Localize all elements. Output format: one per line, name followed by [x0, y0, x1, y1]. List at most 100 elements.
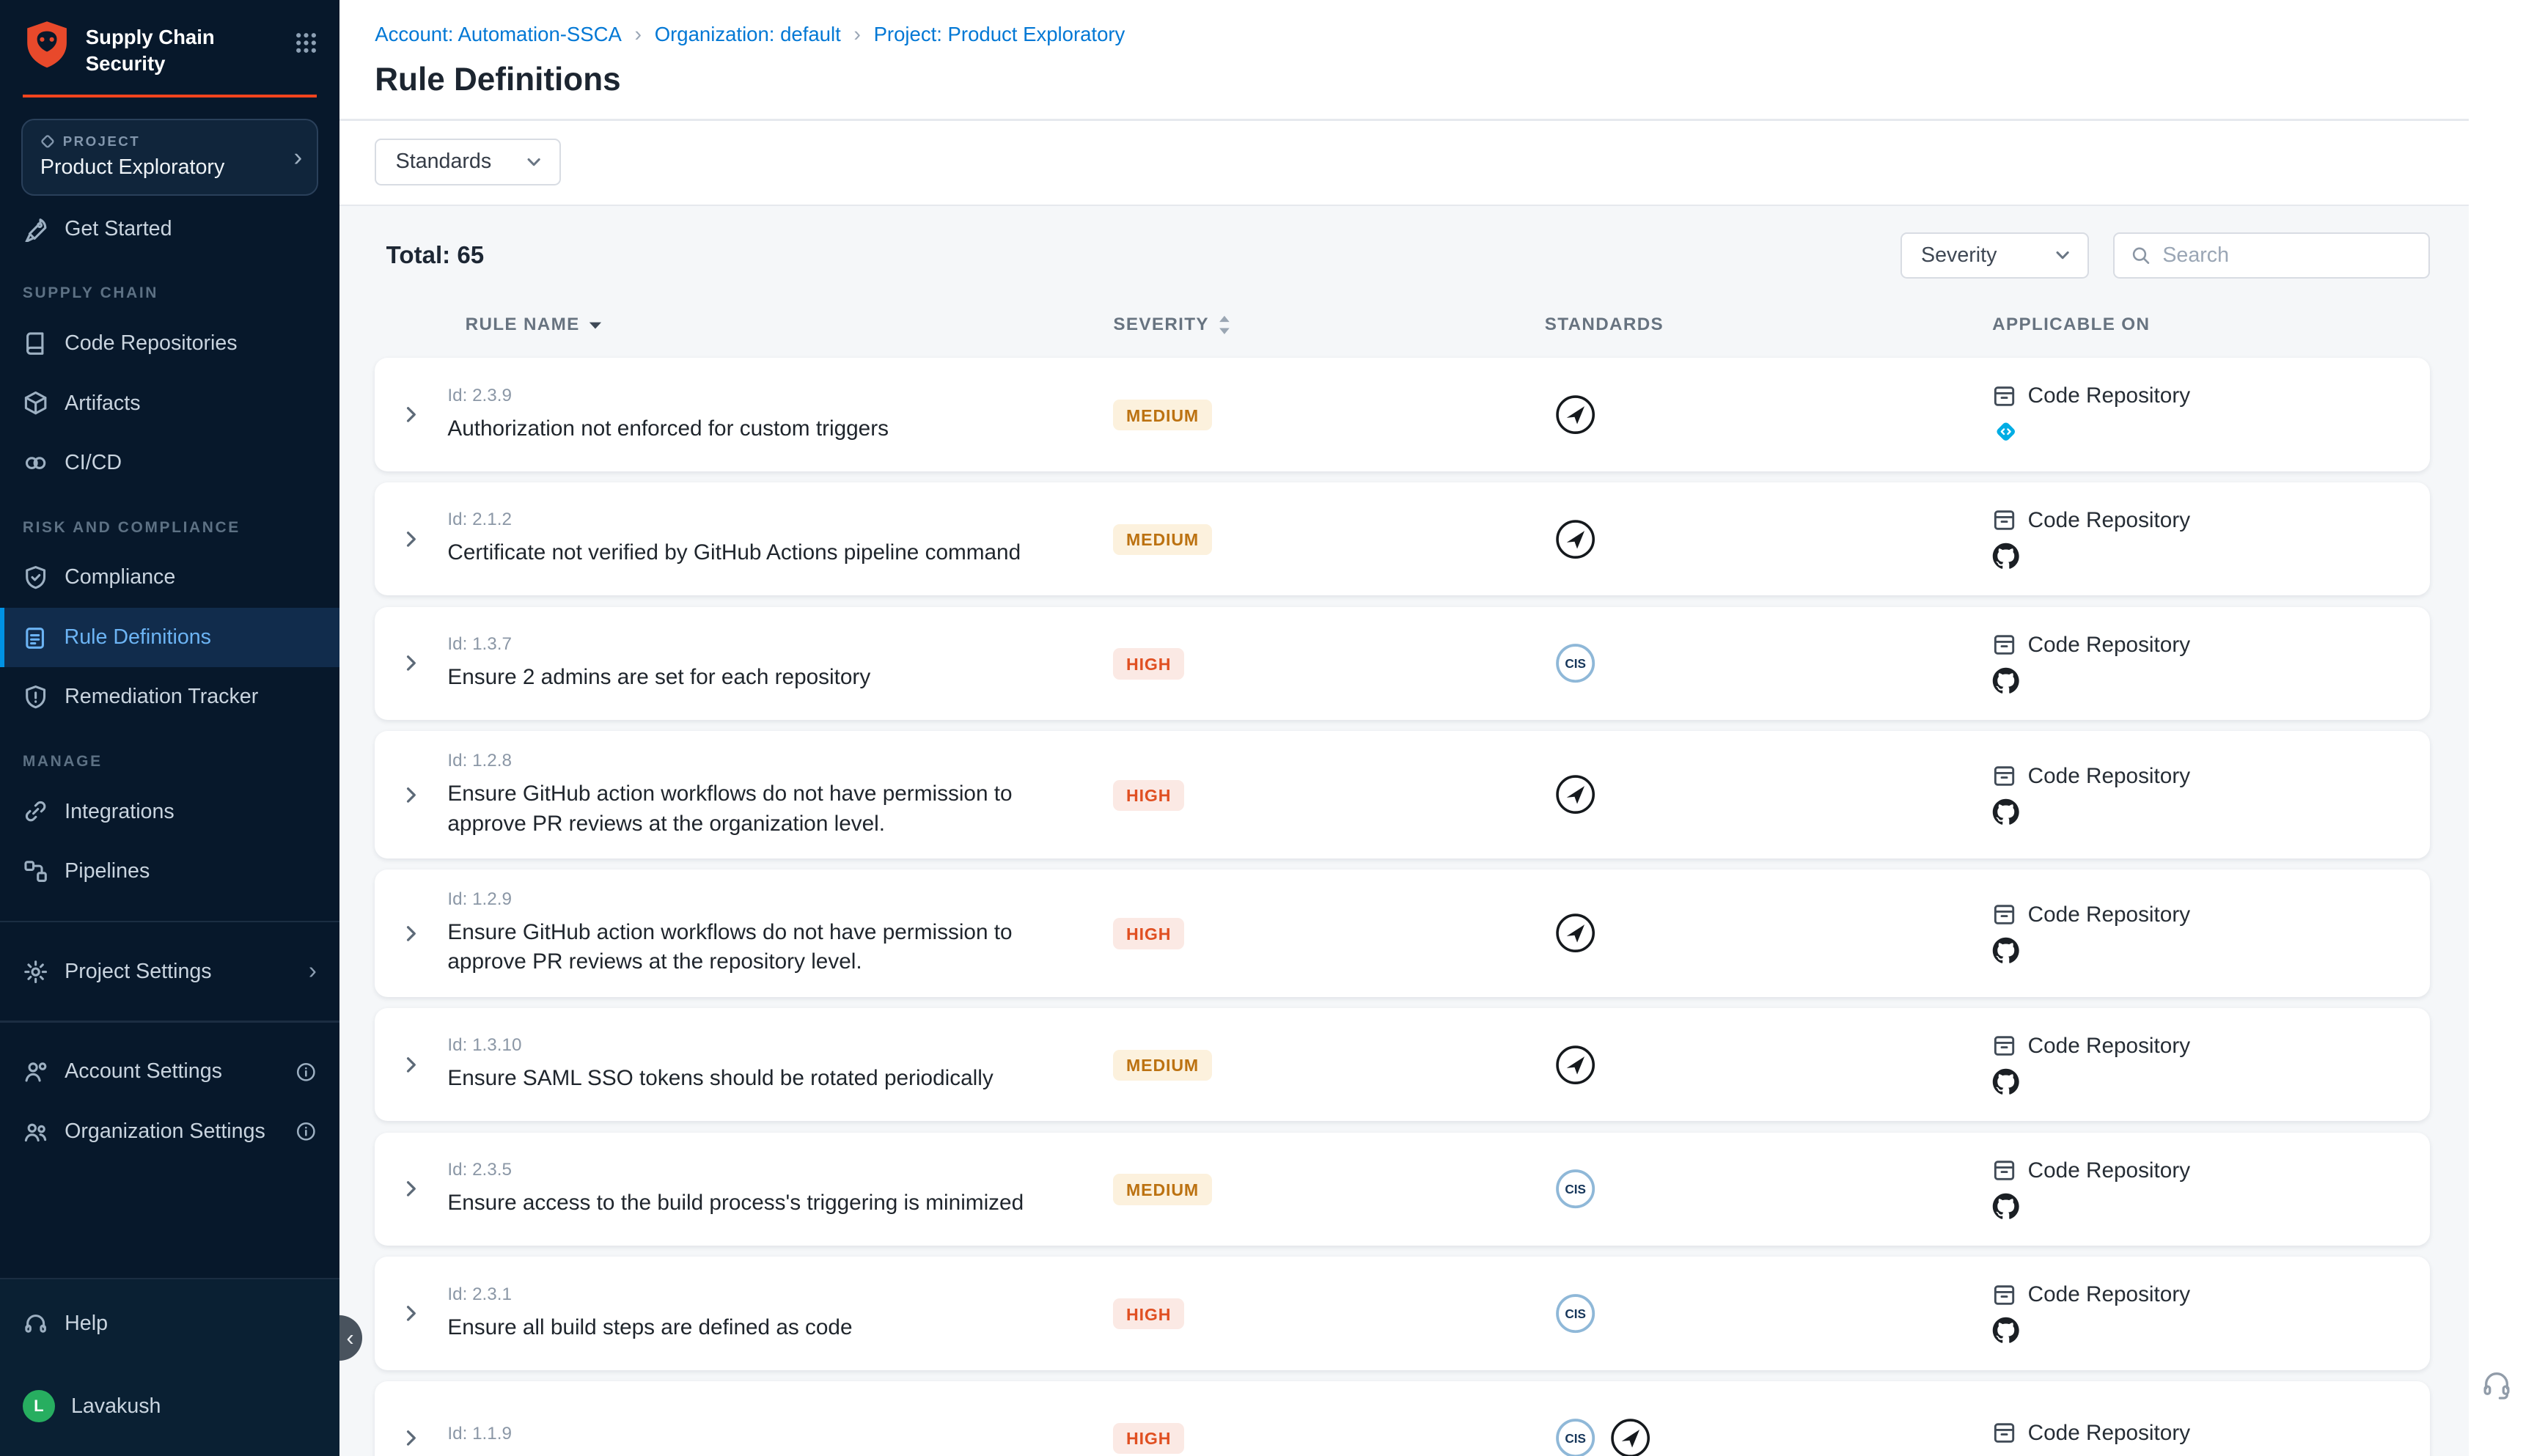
provider-cell	[1992, 418, 2430, 445]
breadcrumb-organization[interactable]: Organization: default	[655, 23, 841, 46]
sidebar-item-label: Code Repositories	[65, 331, 238, 356]
code-repositories-icon	[23, 331, 48, 356]
divider	[0, 921, 339, 922]
expand-row-chevron-icon[interactable]	[400, 784, 422, 806]
github-icon	[1992, 1317, 2019, 1344]
table-row[interactable]: Id: 1.3.7 Ensure 2 admins are set for ea…	[375, 607, 2430, 720]
sidebar-item-label: Compliance	[65, 565, 175, 589]
sidebar-item-compliance[interactable]: Compliance	[0, 548, 339, 608]
table-row[interactable]: Id: 1.2.9 Ensure GitHub action workflows…	[375, 869, 2430, 996]
project-icon	[40, 134, 55, 149]
breadcrumb-account[interactable]: Account: Automation-SSCA	[375, 23, 622, 46]
applicable-on-label: Code Repository	[2028, 764, 2190, 789]
expand-row-chevron-icon[interactable]	[400, 922, 422, 945]
breadcrumb-project[interactable]: Project: Product Exploratory	[874, 23, 1125, 46]
applicable-on-cell: Code Repository	[1975, 1014, 2430, 1115]
code-repository-icon	[1992, 384, 2016, 408]
applicable-on-label: Code Repository	[2028, 633, 2190, 658]
sidebar-item-get-started[interactable]: Get Started	[0, 199, 339, 260]
compliance-icon	[23, 565, 48, 590]
remediation-tracker-icon	[23, 684, 48, 710]
help-headset-icon	[23, 1311, 48, 1336]
user-menu[interactable]: L Lavakush	[0, 1377, 339, 1437]
github-icon	[1992, 798, 2019, 826]
cicd-icon	[23, 450, 48, 476]
expand-row-chevron-icon[interactable]	[400, 403, 422, 426]
github-icon	[1992, 1193, 2019, 1220]
github-icon	[1992, 543, 2019, 570]
column-header-severity[interactable]: SEVERITY	[1113, 315, 1544, 336]
sidebar-item-label: Help	[65, 1312, 108, 1336]
standards-cell: CIS	[1545, 642, 1975, 684]
applicable-on-label: Code Repository	[2028, 1034, 2190, 1059]
severity-filter-label: Severity	[1921, 243, 1997, 268]
expand-row-chevron-icon[interactable]	[400, 1427, 422, 1449]
table-row[interactable]: Id: 1.3.10 Ensure SAML SSO tokens should…	[375, 1008, 2430, 1121]
sidebar-item-remediation-tracker[interactable]: Remediation Tracker	[0, 667, 339, 727]
sidebar-item-rule-definitions[interactable]: Rule Definitions	[0, 608, 339, 668]
openssf-icon	[1554, 912, 1596, 954]
standards-cell	[1545, 912, 1975, 954]
sidebar-item-help[interactable]: Help	[0, 1294, 339, 1354]
expand-row-chevron-icon[interactable]	[400, 528, 422, 551]
brand-accent-line	[23, 95, 317, 98]
applicable-on-cell: Code Repository	[1975, 1401, 2430, 1455]
supply-chain-security-logo-icon	[23, 19, 71, 71]
sidebar-item-code-repositories[interactable]: Code Repositories	[0, 314, 339, 374]
table-row[interactable]: Id: 2.3.1 Ensure all build steps are def…	[375, 1257, 2430, 1369]
code-repository-icon	[1992, 508, 2016, 532]
table-row[interactable]: Id: 1.1.9 HIGH CIS Code Repository	[375, 1381, 2430, 1455]
main-area: Account: Automation-SSCA › Organization:…	[339, 0, 2534, 1456]
sidebar-item-artifacts[interactable]: Artifacts	[0, 373, 339, 433]
chevron-left-icon: ‹	[346, 1325, 353, 1351]
sidebar-item-integrations[interactable]: Integrations	[0, 782, 339, 842]
app-logo[interactable]: Supply Chain Security	[0, 0, 339, 87]
severity-filter-dropdown[interactable]: Severity	[1900, 232, 2090, 279]
search-input[interactable]	[2162, 243, 2412, 268]
code-repository-icon	[1992, 1283, 2016, 1307]
total-count: Total: 65	[386, 242, 484, 270]
code-repository-icon	[1992, 1034, 2016, 1058]
standards-cell: CIS	[1545, 1168, 1975, 1210]
rule-name: Ensure GitHub action workflows do not ha…	[447, 779, 1074, 839]
sidebar-item-label: Rule Definitions	[65, 625, 211, 650]
support-headset-icon[interactable]	[2480, 1368, 2513, 1407]
sidebar-item-cicd[interactable]: CI/CD	[0, 433, 339, 493]
expand-row-chevron-icon[interactable]	[400, 1054, 422, 1076]
section-risk-and-compliance: RISK AND COMPLIANCE	[0, 493, 339, 548]
svg-text:CIS: CIS	[1565, 1306, 1586, 1321]
severity-badge: HIGH	[1113, 1423, 1184, 1454]
applicable-on-cell: Code Repository	[1975, 364, 2430, 466]
search-box	[2113, 232, 2430, 279]
severity-badge: HIGH	[1113, 918, 1184, 949]
info-icon[interactable]	[295, 1062, 317, 1083]
table-row[interactable]: Id: 2.1.2 Certificate not verified by Gi…	[375, 482, 2430, 595]
openssf-icon	[1554, 773, 1596, 815]
chevron-right-icon: ›	[294, 143, 303, 172]
sidebar-item-organization-settings[interactable]: Organization Settings	[0, 1102, 339, 1162]
table-row[interactable]: Id: 2.3.5 Ensure access to the build pro…	[375, 1133, 2430, 1246]
sidebar-item-account-settings[interactable]: Account Settings	[0, 1042, 339, 1102]
severity-badge: MEDIUM	[1113, 524, 1211, 555]
project-selector[interactable]: PROJECT Product Exploratory ›	[21, 119, 318, 196]
app-root: Supply Chain Security PROJECT Product Ex…	[0, 0, 2533, 1456]
expand-row-chevron-icon[interactable]	[400, 1302, 422, 1325]
column-header-rule-name[interactable]: RULE NAME	[447, 315, 1113, 335]
table-row[interactable]: Id: 1.2.8 Ensure GitHub action workflows…	[375, 731, 2430, 858]
rule-name: Ensure 2 admins are set for each reposit…	[447, 663, 1074, 693]
applicable-on-label: Code Repository	[2028, 1421, 2190, 1446]
github-icon	[1992, 937, 2019, 964]
apps-grid-icon[interactable]	[294, 31, 318, 62]
expand-row-chevron-icon[interactable]	[400, 652, 422, 674]
table-row[interactable]: Id: 2.3.9 Authorization not enforced for…	[375, 358, 2430, 471]
organization-settings-icon	[23, 1119, 48, 1144]
expand-row-chevron-icon[interactable]	[400, 1177, 422, 1200]
pipelines-icon	[23, 858, 48, 884]
rule-name: Ensure access to the build process's tri…	[447, 1188, 1074, 1218]
sidebar-item-label: Artifacts	[65, 391, 140, 416]
cis-icon: CIS	[1554, 1293, 1596, 1334]
sidebar-item-project-settings[interactable]: Project Settings ›	[0, 941, 339, 1001]
sidebar-item-pipelines[interactable]: Pipelines	[0, 842, 339, 902]
standards-filter-dropdown[interactable]: Standards	[375, 139, 560, 185]
info-icon[interactable]	[295, 1121, 317, 1142]
